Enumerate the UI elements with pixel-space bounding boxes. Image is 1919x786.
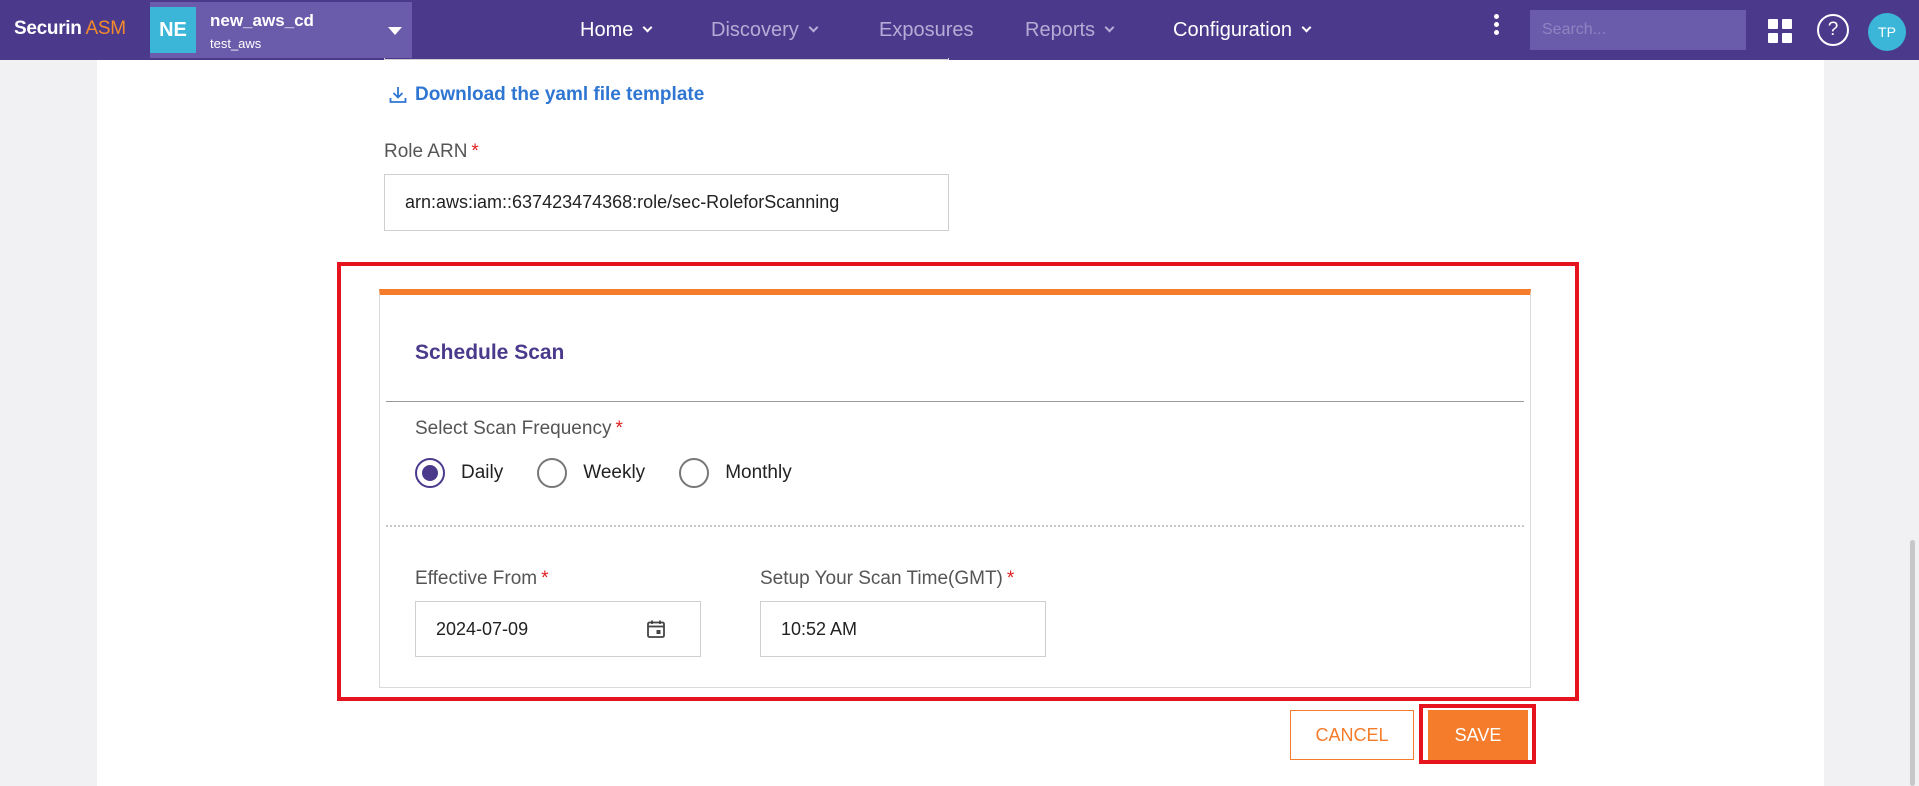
nav-home-label: Home [580,18,634,41]
nav-configuration[interactable]: Configuration [1173,0,1312,60]
project-selector[interactable]: NE new_aws_cd test_aws [150,2,412,58]
brand-logo[interactable]: Securin ASM [14,18,126,40]
nav-reports-label: Reports [1025,18,1096,41]
role-arn-label: Role ARN * [384,141,479,163]
chevron-down-icon [808,22,819,32]
cancel-button[interactable]: CANCEL [1290,710,1414,760]
scan-frequency-label: Select Scan Frequency * [415,418,623,440]
chevron-down-icon [1301,22,1312,32]
project-name: new_aws_cd [210,11,314,30]
page-scrollbar[interactable] [1910,540,1915,786]
project-badge: NE [150,7,196,53]
effective-from-label: Effective From * [415,568,549,590]
radio-monthly-label: Monthly [725,462,792,483]
scan-frequency-label-text: Select Scan Frequency [415,418,612,439]
caret-down-icon [388,27,402,35]
save-button[interactable]: SAVE [1428,710,1528,760]
nav-discovery[interactable]: Discovery [711,0,819,60]
scan-time-value: 10:52 AM [781,618,858,639]
scan-time-input[interactable]: 10:52 AM [760,601,1046,657]
top-navbar: Securin ASM NE new_aws_cd test_aws Home … [0,0,1919,60]
download-link-label: Download the yaml file template [415,84,705,105]
previous-field-edge [384,58,949,60]
nav-configuration-label: Configuration [1173,18,1292,41]
schedule-scan-card: Schedule Scan Select Scan Frequency * Dai… [379,289,1531,688]
nav-discovery-label: Discovery [711,18,799,41]
radio-unchecked-icon [679,458,710,488]
brand-product: ASM [81,18,127,39]
required-mark: * [541,568,549,589]
radio-monthly[interactable]: Monthly [679,458,792,488]
help-icon[interactable]: ? [1817,14,1849,46]
calendar-icon[interactable] [646,619,666,639]
chevron-down-icon [642,22,653,32]
scan-frequency-radio-group: Daily Weekly Monthly [415,458,826,488]
effective-from-date-input[interactable]: 2024-07-09 [415,601,701,657]
scan-time-label: Setup Your Scan Time(GMT) * [760,568,1014,590]
nav-exposures-label: Exposures [879,18,974,41]
search-input[interactable] [1530,10,1746,50]
project-subtitle: test_aws [210,36,262,51]
section-divider-dotted [386,525,1524,527]
required-mark: * [1006,568,1015,589]
radio-weekly-label: Weekly [583,462,646,483]
chevron-down-icon [1104,22,1115,32]
nav-exposures[interactable]: Exposures [879,0,974,60]
radio-unchecked-icon [537,458,568,488]
nav-home[interactable]: Home [580,0,653,60]
radio-checked-icon [415,458,445,488]
scan-time-label-text: Setup Your Scan Time(GMT) [760,568,1003,589]
schedule-scan-title: Schedule Scan [415,341,565,364]
required-mark: * [471,141,479,162]
radio-daily-label: Daily [461,462,504,483]
role-arn-label-text: Role ARN [384,141,468,162]
download-icon [389,87,407,103]
role-arn-input[interactable]: arn:aws:iam::637423474368:role/sec-Rolef… [384,174,949,231]
radio-weekly[interactable]: Weekly [537,458,645,488]
nav-reports[interactable]: Reports [1025,0,1115,60]
effective-from-label-text: Effective From [415,568,538,589]
user-avatar[interactable]: TP [1868,13,1906,51]
effective-from-value: 2024-07-09 [436,618,529,639]
download-yaml-template-link[interactable]: Download the yaml file template [388,84,704,106]
required-mark: * [615,418,623,439]
more-vertical-icon[interactable] [1490,14,1502,40]
card-divider [386,401,1524,402]
brand-name: Securin [14,18,82,39]
radio-daily[interactable]: Daily [415,458,503,488]
apps-grid-icon[interactable] [1768,19,1792,43]
role-arn-value: arn:aws:iam::637423474368:role/sec-Rolef… [405,192,840,212]
